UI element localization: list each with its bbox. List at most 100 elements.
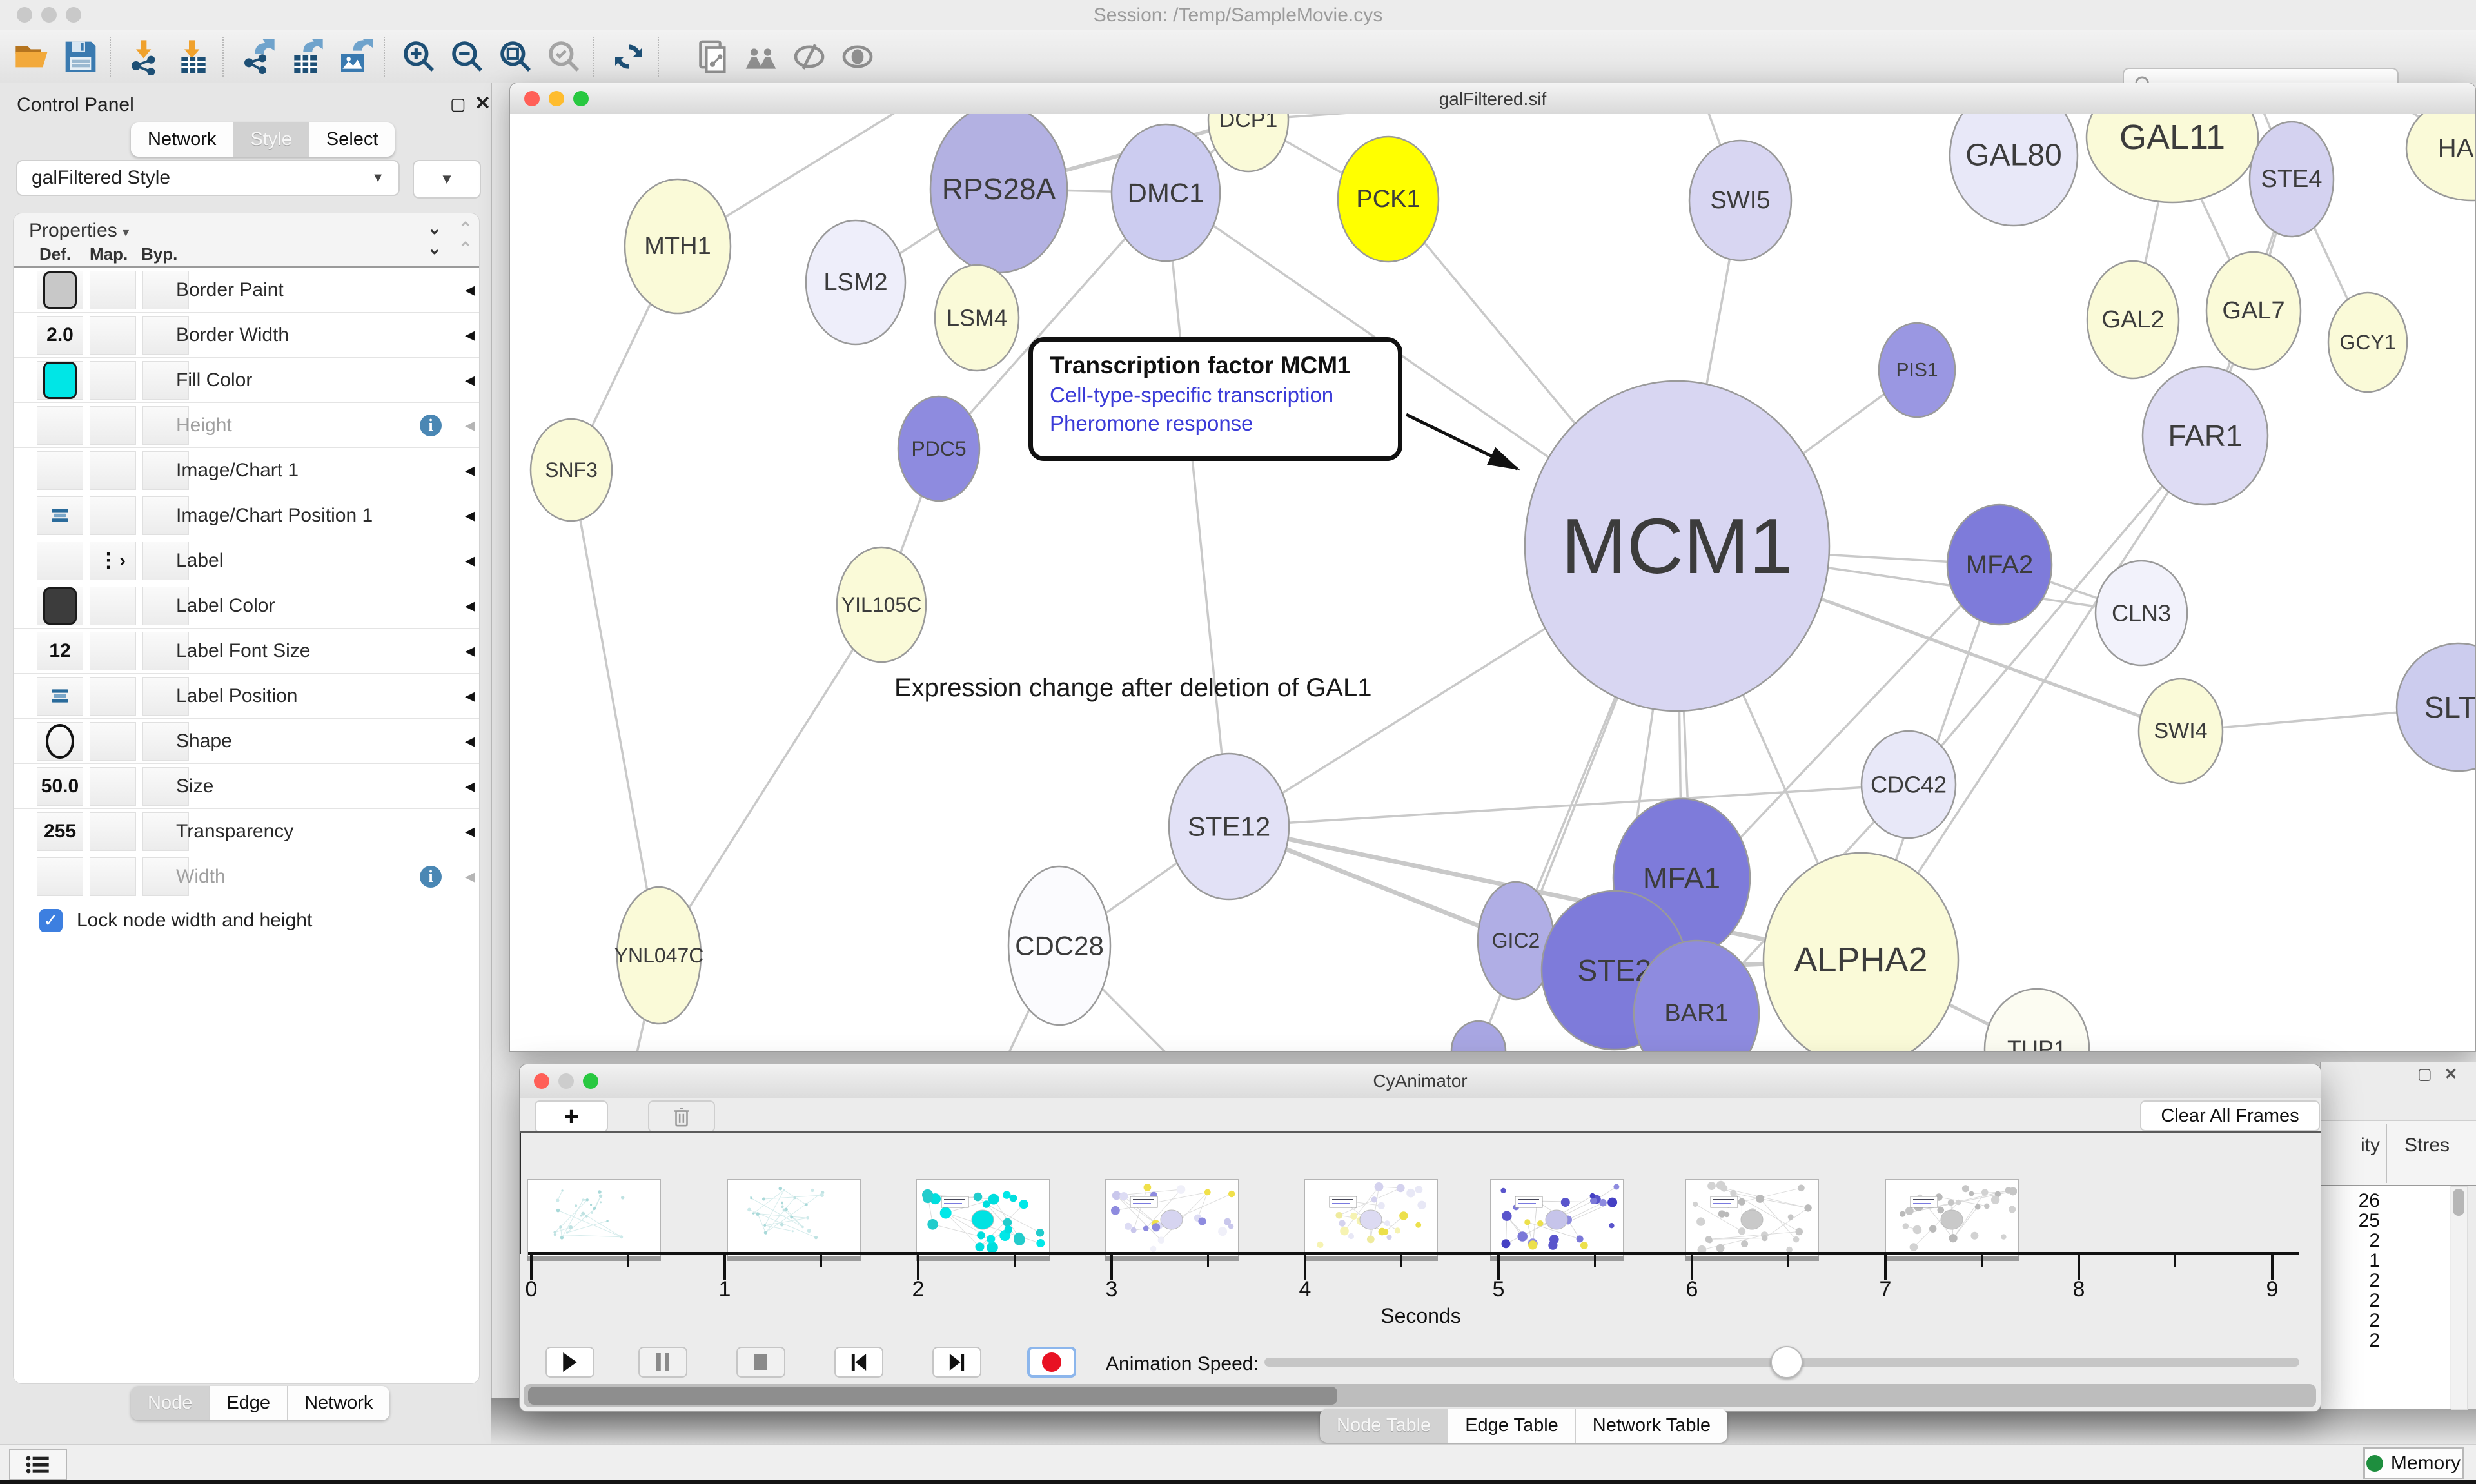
property-row-label-font-size[interactable]: 12Label Font Size◂ (14, 629, 479, 674)
property-row-height[interactable]: Heighti◂ (14, 403, 479, 448)
property-row-label-color[interactable]: Label Color◂ (14, 583, 479, 629)
annotation-link-2[interactable]: Pheromone response (1050, 411, 1398, 436)
table-scrollbar[interactable] (2451, 1186, 2468, 1410)
tab-select[interactable]: Select (310, 122, 395, 157)
node-SNF3[interactable]: SNF3 (531, 419, 612, 521)
node-STE12[interactable]: STE12 (1169, 754, 1289, 899)
collapse-row-icon[interactable]: ◂ (465, 685, 475, 707)
style-selector[interactable]: galFiltered Style ▼ (16, 160, 400, 196)
open-session-icon[interactable] (13, 38, 52, 75)
close-table-icon[interactable]: ✕ (2444, 1065, 2457, 1084)
export-network-icon[interactable] (239, 38, 277, 75)
node-SWI5[interactable]: SWI5 (1689, 141, 1791, 260)
annotation-link-1[interactable]: Cell-type-specific transcription (1050, 383, 1398, 407)
close-panel-icon[interactable]: ✕ (475, 94, 491, 113)
tab-network-style[interactable]: Network (288, 1386, 389, 1420)
play-button[interactable] (545, 1347, 594, 1378)
collapse-row-icon[interactable]: ◂ (465, 459, 475, 482)
annotation-box[interactable]: Transcription factor MCM1 Cell-type-spec… (1028, 337, 1402, 461)
node-SLT2[interactable]: SLT2 (2397, 643, 2475, 771)
tab-node-table[interactable]: Node Table (1320, 1409, 1448, 1443)
node-STE4[interactable]: STE4 (2250, 122, 2334, 237)
hide-selected-icon[interactable] (790, 38, 829, 75)
tab-node[interactable]: Node (131, 1386, 210, 1420)
node-GAL2[interactable]: GAL2 (2087, 261, 2179, 378)
node-GAL11[interactable]: GAL11 (2087, 114, 2258, 202)
node-FAR1[interactable]: FAR1 (2143, 367, 2268, 505)
collapse-row-icon[interactable]: ◂ (465, 414, 475, 436)
save-session-icon[interactable] (61, 38, 100, 75)
collapse-row-icon[interactable]: ◂ (465, 639, 475, 662)
float-table-icon[interactable]: ▢ (2417, 1065, 2432, 1084)
collapse-row-icon[interactable]: ◂ (465, 278, 475, 301)
property-row-border-width[interactable]: 2.0Border Width◂ (14, 313, 479, 358)
node-RPS28A[interactable]: RPS28A (930, 114, 1067, 273)
node-HAP2[interactable]: HAP2 (2406, 114, 2475, 200)
table-cell-stress[interactable]: 26 (2321, 1190, 2380, 1212)
collapse-row-icon[interactable]: ◂ (465, 865, 475, 888)
memory-button[interactable]: Memory (2363, 1447, 2464, 1479)
export-table-icon[interactable] (287, 38, 326, 75)
node-PCK1[interactable]: PCK1 (1338, 137, 1439, 262)
property-row-image-chart-1[interactable]: Image/Chart 1◂ (14, 448, 479, 493)
table-cell-stress[interactable]: 25 (2321, 1210, 2380, 1232)
lock-checkbox[interactable]: ✓ (39, 909, 63, 932)
style-options-button[interactable]: ▼ (413, 160, 481, 199)
show-panels-button[interactable] (9, 1449, 67, 1481)
node-DMC1[interactable]: DMC1 (1112, 124, 1220, 261)
node-MFA2[interactable]: MFA2 (1947, 505, 2052, 625)
timeline-playhead[interactable] (520, 1133, 521, 1254)
network-window-titlebar[interactable]: galFiltered.sif (510, 83, 2475, 115)
node-TUP1[interactable]: TUP1 (1985, 989, 2089, 1051)
collapse-row-icon[interactable]: ◂ (465, 549, 475, 572)
property-row-size[interactable]: 50.0Size◂ (14, 764, 479, 809)
node-GAL80[interactable]: GAL80 (1950, 114, 2078, 226)
tab-network[interactable]: Network (131, 122, 233, 157)
property-row-label-position[interactable]: Label Position◂ (14, 674, 479, 719)
property-row-border-paint[interactable]: Border Paint◂ (14, 268, 479, 313)
tab-edge[interactable]: Edge (210, 1386, 288, 1420)
record-button[interactable] (1027, 1347, 1076, 1378)
collapse-row-icon[interactable]: ◂ (465, 775, 475, 797)
node-LSM4[interactable]: LSM4 (935, 265, 1019, 371)
node-MTH1[interactable]: MTH1 (625, 179, 731, 313)
property-row-shape[interactable]: Shape◂ (14, 719, 479, 764)
table-cell-stress[interactable]: 1 (2321, 1250, 2380, 1272)
property-row-transparency[interactable]: 255Transparency◂ (14, 809, 479, 854)
properties-header[interactable]: Properties ▾ (29, 220, 129, 242)
stop-button[interactable] (736, 1347, 785, 1378)
table-cell-stress[interactable]: 2 (2321, 1290, 2380, 1312)
clone-network-icon[interactable] (693, 38, 732, 75)
zoom-in-icon[interactable] (400, 38, 438, 75)
skip-to-end-button[interactable] (932, 1347, 981, 1378)
property-row-label[interactable]: ⋮›Label◂ (14, 538, 479, 583)
column-header-stress[interactable]: Stres (2404, 1135, 2450, 1157)
pause-button[interactable] (638, 1347, 687, 1378)
zoom-selected-icon[interactable] (545, 38, 584, 75)
table-cell-stress[interactable]: 2 (2321, 1230, 2380, 1252)
first-neighbors-icon[interactable] (742, 38, 780, 75)
node-DCP1[interactable]: DCP1 (1208, 114, 1288, 171)
collapse-row-icon[interactable]: ◂ (465, 369, 475, 391)
node-BOT1[interactable] (1451, 1021, 1506, 1051)
node-CDC42[interactable]: CDC42 (1862, 731, 1956, 838)
lock-dimensions-row[interactable]: ✓Lock node width and height (14, 899, 479, 942)
info-icon[interactable]: i (420, 415, 442, 436)
property-row-width[interactable]: Widthi◂ (14, 854, 479, 899)
node-MCM1[interactable]: MCM1 (1525, 381, 1829, 711)
node-GCY1[interactable]: GCY1 (2328, 293, 2407, 392)
node-PDC5[interactable]: PDC5 (898, 396, 979, 501)
table-cell-stress[interactable]: 2 (2321, 1270, 2380, 1292)
zoom-out-icon[interactable] (448, 38, 487, 75)
collapse-row-icon[interactable]: ◂ (465, 504, 475, 527)
import-table-icon[interactable] (174, 38, 213, 75)
node-CDC28[interactable]: CDC28 (1008, 866, 1110, 1025)
collapse-row-icon[interactable]: ◂ (465, 324, 475, 346)
zoom-fit-icon[interactable] (496, 38, 535, 75)
node-SWI4[interactable]: SWI4 (2139, 679, 2223, 783)
tab-style[interactable]: Style (233, 122, 309, 157)
table-scrollbar-thumb[interactable] (2453, 1189, 2464, 1216)
refresh-icon[interactable] (609, 38, 648, 75)
animation-speed-handle[interactable] (1771, 1346, 1803, 1378)
info-icon[interactable]: i (420, 866, 442, 888)
